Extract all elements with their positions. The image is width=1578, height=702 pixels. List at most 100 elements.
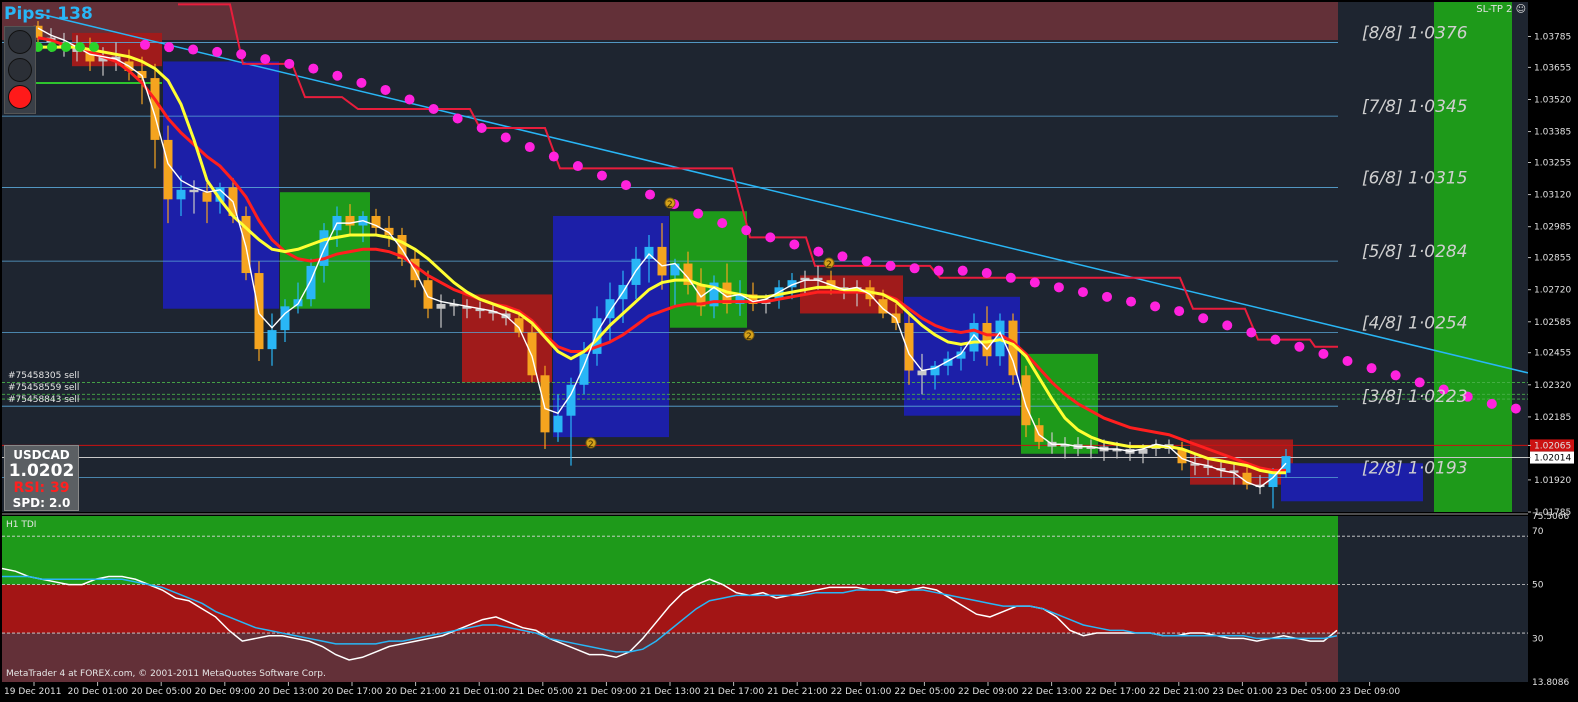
pips-counter: Pips: 138 bbox=[4, 4, 93, 24]
psar-dot bbox=[621, 180, 631, 191]
x-tick-label: 22 Dec 09:00 bbox=[958, 687, 1019, 697]
psar-dot bbox=[332, 70, 343, 81]
candle-body bbox=[280, 306, 290, 331]
order-label: #75458305 sell bbox=[8, 371, 79, 381]
fractal-label: 2 bbox=[588, 440, 594, 450]
symbol-name: USDCAD bbox=[13, 448, 70, 462]
candle-body bbox=[540, 375, 550, 433]
psar-dot bbox=[404, 94, 415, 105]
candle-body bbox=[566, 384, 576, 416]
psar-dot bbox=[476, 123, 487, 134]
y-tick-label: 1.02985 bbox=[1534, 223, 1571, 233]
candle-body bbox=[657, 246, 667, 276]
candle-body bbox=[267, 330, 277, 350]
psar-dot bbox=[909, 263, 920, 274]
psar-dot bbox=[548, 151, 559, 162]
psar-dot bbox=[789, 239, 800, 250]
psar-dot bbox=[1318, 348, 1329, 359]
y-tick-label: 1.02720 bbox=[1534, 286, 1571, 296]
x-tick-label: 23 Dec 05:00 bbox=[1276, 687, 1337, 697]
pips-value: 138 bbox=[57, 4, 93, 24]
light-off-icon bbox=[8, 30, 32, 54]
psar-dot bbox=[428, 103, 439, 114]
psar-dot bbox=[1077, 287, 1088, 298]
psar-dot bbox=[1174, 306, 1185, 317]
psar-dot bbox=[164, 42, 175, 53]
top-zone-band bbox=[2, 2, 1338, 40]
x-tick-label: 20 Dec 21:00 bbox=[386, 687, 447, 697]
psar-dot bbox=[140, 39, 150, 50]
psar-dot bbox=[1102, 291, 1112, 302]
y-tick-label: 1.03655 bbox=[1534, 63, 1571, 73]
session-box bbox=[800, 275, 903, 314]
psar-dot bbox=[1270, 334, 1281, 345]
psar-dot bbox=[188, 44, 199, 55]
x-tick-label: 22 Dec 13:00 bbox=[1022, 687, 1083, 697]
murrey-level-label: [5/8] 1·0284 bbox=[1362, 242, 1468, 262]
symbol-info-panel: USDCAD 1.0202 RSI: 39 SPD: 2.0 bbox=[4, 445, 79, 511]
x-tick-label: 20 Dec 17:00 bbox=[322, 687, 383, 697]
x-tick-label: 21 Dec 01:00 bbox=[449, 687, 510, 697]
psar-dot bbox=[524, 142, 535, 153]
signal-dot bbox=[89, 42, 99, 52]
psar-dot bbox=[1342, 356, 1353, 367]
y-tick-label: 50 bbox=[1532, 581, 1544, 591]
y-tick-label: 1.01920 bbox=[1534, 476, 1571, 486]
y-tick-label: 1.03255 bbox=[1534, 158, 1571, 168]
psar-dot bbox=[717, 218, 728, 229]
y-tick-label: 30 bbox=[1532, 634, 1544, 644]
murrey-level-label: [6/8] 1·0315 bbox=[1362, 168, 1468, 188]
order-label: #75458843 sell bbox=[8, 395, 79, 405]
x-tick-label: 21 Dec 09:00 bbox=[576, 687, 637, 697]
indicator-title: H1 TDI bbox=[6, 520, 36, 530]
x-tick-label: 21 Dec 21:00 bbox=[767, 687, 828, 697]
x-tick-label: 22 Dec 01:00 bbox=[831, 687, 892, 697]
psar-dot bbox=[837, 251, 848, 262]
sltp-label: SL-TP 2 ☺ bbox=[1476, 4, 1526, 15]
psar-dot bbox=[813, 246, 824, 257]
rsi-value: RSI: 39 bbox=[13, 480, 70, 496]
psar-dot bbox=[596, 170, 607, 181]
x-tick-label: 21 Dec 13:00 bbox=[640, 687, 701, 697]
x-tick-label: 22 Dec 17:00 bbox=[1085, 687, 1146, 697]
signal-dot bbox=[61, 42, 71, 52]
x-tick-label: 21 Dec 17:00 bbox=[704, 687, 765, 697]
psar-dot bbox=[645, 189, 656, 200]
psar-dot bbox=[1222, 320, 1233, 331]
psar-dot bbox=[236, 49, 247, 60]
y-tick-label: 1.02585 bbox=[1534, 318, 1571, 328]
murrey-level-label: [3/8] 1·0223 bbox=[1362, 387, 1468, 407]
red-light-icon bbox=[8, 85, 32, 109]
y-tick-label: 1.02320 bbox=[1534, 381, 1571, 391]
candle-body bbox=[553, 415, 563, 433]
candle-body bbox=[163, 139, 173, 200]
spread-value: SPD: 2.0 bbox=[12, 496, 71, 510]
trading-chart[interactable]: [8/8] 1·0376 [7/8] 1·0345 [6/8] 1·0315 [5/8… bbox=[0, 0, 1578, 702]
psar-dot bbox=[356, 77, 367, 88]
psar-dot bbox=[260, 54, 271, 65]
psar-dot bbox=[452, 113, 463, 124]
y-tick-label: 1.03785 bbox=[1534, 32, 1571, 42]
x-tick-label: 20 Dec 05:00 bbox=[131, 687, 192, 697]
psar-dot bbox=[1150, 301, 1161, 312]
y-tick-label: 1.02065 bbox=[1534, 441, 1571, 451]
murrey-level-label: [8/8] 1·0376 bbox=[1362, 23, 1468, 43]
tdi-upper-zone bbox=[2, 516, 1338, 585]
murrey-level-label: [7/8] 1·0345 bbox=[1362, 97, 1468, 117]
candle-body bbox=[202, 192, 212, 202]
psar-dot bbox=[1029, 277, 1040, 288]
y-tick-label: 1.03385 bbox=[1534, 128, 1571, 138]
candle-body bbox=[1021, 375, 1031, 426]
psar-dot bbox=[981, 268, 992, 279]
y-tick-label: 1.02455 bbox=[1534, 349, 1571, 359]
psar-dot bbox=[1510, 403, 1521, 414]
order-label: #75458559 sell bbox=[8, 383, 79, 393]
signal-dot bbox=[47, 42, 57, 52]
x-tick-label: 20 Dec 01:00 bbox=[68, 687, 129, 697]
psar-dot bbox=[885, 260, 896, 271]
x-tick-label: 19 Dec 2011 bbox=[4, 687, 62, 697]
fractal-label: 2 bbox=[746, 332, 752, 342]
y-tick-label: 1.02014 bbox=[1534, 454, 1571, 464]
psar-dot bbox=[693, 208, 704, 219]
x-tick-label: 20 Dec 09:00 bbox=[195, 687, 256, 697]
